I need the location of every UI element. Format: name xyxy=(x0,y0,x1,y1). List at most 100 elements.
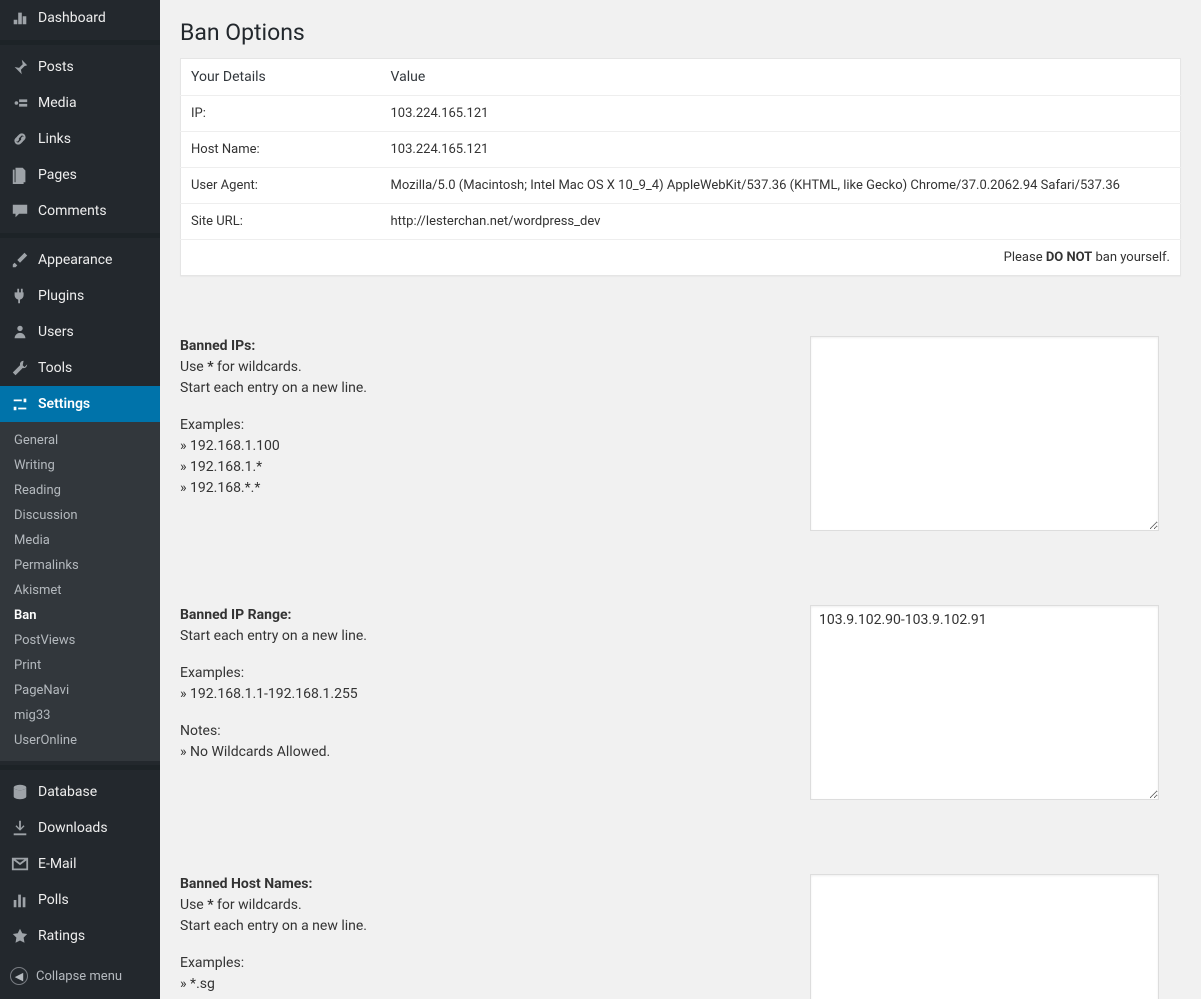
chart-icon xyxy=(10,890,30,910)
heading-banned-ip-range: Banned IP Range: xyxy=(180,607,291,623)
sidebar-label: Database xyxy=(38,784,97,800)
row-value-url: http://lesterchan.net/wordpress_dev xyxy=(381,204,1181,240)
sidebar-label: Tools xyxy=(38,360,72,376)
sidebar-label: E-Mail xyxy=(38,856,76,872)
warn-strong: DO NOT xyxy=(1046,250,1092,265)
collapse-menu[interactable]: ◀ Collapse menu xyxy=(0,959,160,999)
collapse-icon: ◀ xyxy=(10,967,28,985)
sidebar-item-settings[interactable]: Settings xyxy=(0,386,160,422)
submenu-useronline[interactable]: UserOnline xyxy=(0,728,160,753)
page-title: Ban Options xyxy=(180,10,1181,50)
plug-icon xyxy=(10,286,30,306)
sidebar-item-database[interactable]: Database xyxy=(0,774,160,810)
sidebar-item-polls[interactable]: Polls xyxy=(0,882,160,918)
sidebar-label: Polls xyxy=(38,892,69,908)
banned-ip-range-textarea[interactable] xyxy=(810,605,1159,800)
submenu-discussion[interactable]: Discussion xyxy=(0,503,160,528)
submenu-postviews[interactable]: PostViews xyxy=(0,628,160,653)
sidebar-item-comments[interactable]: Comments xyxy=(0,193,160,229)
sidebar-item-plugins[interactable]: Plugins xyxy=(0,278,160,314)
table-row: Site URL: http://lesterchan.net/wordpres… xyxy=(181,204,1181,240)
menu-separator xyxy=(0,233,160,238)
th-your-details: Your Details xyxy=(181,59,381,96)
settings-submenu: General Writing Reading Discussion Media… xyxy=(0,422,160,761)
users-icon xyxy=(10,322,30,342)
submenu-pagenavi[interactable]: PageNavi xyxy=(0,678,160,703)
label-banned-ips: Banned IPs: Use * for wildcards. Start e… xyxy=(180,336,810,499)
sidebar-item-email[interactable]: E-Mail xyxy=(0,846,160,882)
sidebar-item-downloads[interactable]: Downloads xyxy=(0,810,160,846)
row-label-ip: IP: xyxy=(181,96,381,132)
heading-banned-ips: Banned IPs: xyxy=(180,338,255,354)
warn-post: ban yourself. xyxy=(1092,250,1170,265)
sidebar-item-appearance[interactable]: Appearance xyxy=(0,242,160,278)
sidebar-label: Settings xyxy=(38,396,90,412)
row-value-ip: 103.224.165.121 xyxy=(381,96,1181,132)
label-banned-ip-range: Banned IP Range: Start each entry on a n… xyxy=(180,605,810,763)
submenu-media[interactable]: Media xyxy=(0,528,160,553)
sidebar-label: Links xyxy=(38,131,71,147)
menu-separator xyxy=(0,40,160,45)
admin-sidebar: Dashboard Posts Media Links Pages Commen… xyxy=(0,0,160,999)
sidebar-label: Plugins xyxy=(38,288,84,304)
submenu-writing[interactable]: Writing xyxy=(0,453,160,478)
ban-form: Banned IPs: Use * for wildcards. Start e… xyxy=(180,336,1181,999)
sidebar-item-users[interactable]: Users xyxy=(0,314,160,350)
banned-hosts-textarea[interactable] xyxy=(810,874,1159,999)
menu-separator xyxy=(0,765,160,770)
row-label-host: Host Name: xyxy=(181,132,381,168)
row-banned-ip-range: Banned IP Range: Start each entry on a n… xyxy=(180,605,1181,804)
database-icon xyxy=(10,782,30,802)
pin-icon xyxy=(10,57,30,77)
banned-ips-textarea[interactable] xyxy=(810,336,1159,531)
table-row: IP: 103.224.165.121 xyxy=(181,96,1181,132)
sliders-icon xyxy=(10,394,30,414)
submenu-reading[interactable]: Reading xyxy=(0,478,160,503)
submenu-print[interactable]: Print xyxy=(0,653,160,678)
sidebar-label: Media xyxy=(38,95,77,111)
sidebar-item-pages[interactable]: Pages xyxy=(0,157,160,193)
link-icon xyxy=(10,129,30,149)
sidebar-label: Appearance xyxy=(38,252,112,268)
download-icon xyxy=(10,818,30,838)
your-details-table: Your Details Value IP: 103.224.165.121 H… xyxy=(180,58,1181,276)
sidebar-item-dashboard[interactable]: Dashboard xyxy=(0,0,160,36)
warn-pre: Please xyxy=(1004,250,1046,265)
sidebar-label: Users xyxy=(38,324,74,340)
table-row: User Agent: Mozilla/5.0 (Macintosh; Inte… xyxy=(181,168,1181,204)
dashboard-icon xyxy=(10,8,30,28)
star-icon xyxy=(10,926,30,946)
table-row: Host Name: 103.224.165.121 xyxy=(181,132,1181,168)
row-value-ua: Mozilla/5.0 (Macintosh; Intel Mac OS X 1… xyxy=(381,168,1181,204)
sidebar-label: Comments xyxy=(38,203,107,219)
th-value: Value xyxy=(381,59,1181,96)
row-banned-hosts: Banned Host Names: Use * for wildcards. … xyxy=(180,874,1181,999)
pages-icon xyxy=(10,165,30,185)
sidebar-label: Posts xyxy=(38,59,74,75)
content-area: Ban Options Your Details Value IP: 103.2… xyxy=(160,0,1201,999)
wrench-icon xyxy=(10,358,30,378)
sidebar-label: Dashboard xyxy=(38,10,106,26)
row-banned-ips: Banned IPs: Use * for wildcards. Start e… xyxy=(180,336,1181,535)
sidebar-label: Ratings xyxy=(38,928,85,944)
submenu-permalinks[interactable]: Permalinks xyxy=(0,553,160,578)
sidebar-label: Pages xyxy=(38,167,77,183)
brush-icon xyxy=(10,250,30,270)
row-label-url: Site URL: xyxy=(181,204,381,240)
sidebar-item-posts[interactable]: Posts xyxy=(0,49,160,85)
heading-banned-hosts: Banned Host Names: xyxy=(180,876,312,892)
sidebar-item-tools[interactable]: Tools xyxy=(0,350,160,386)
submenu-general[interactable]: General xyxy=(0,428,160,453)
label-banned-hosts: Banned Host Names: Use * for wildcards. … xyxy=(180,874,810,999)
submenu-akismet[interactable]: Akismet xyxy=(0,578,160,603)
submenu-ban[interactable]: Ban xyxy=(0,603,160,628)
submenu-mig33[interactable]: mig33 xyxy=(0,703,160,728)
media-icon xyxy=(10,93,30,113)
sidebar-item-ratings[interactable]: Ratings xyxy=(0,918,160,954)
row-value-host: 103.224.165.121 xyxy=(381,132,1181,168)
warning-row: Please DO NOT ban yourself. xyxy=(181,240,1181,276)
mail-icon xyxy=(10,854,30,874)
collapse-label: Collapse menu xyxy=(36,969,122,984)
sidebar-item-media[interactable]: Media xyxy=(0,85,160,121)
sidebar-item-links[interactable]: Links xyxy=(0,121,160,157)
